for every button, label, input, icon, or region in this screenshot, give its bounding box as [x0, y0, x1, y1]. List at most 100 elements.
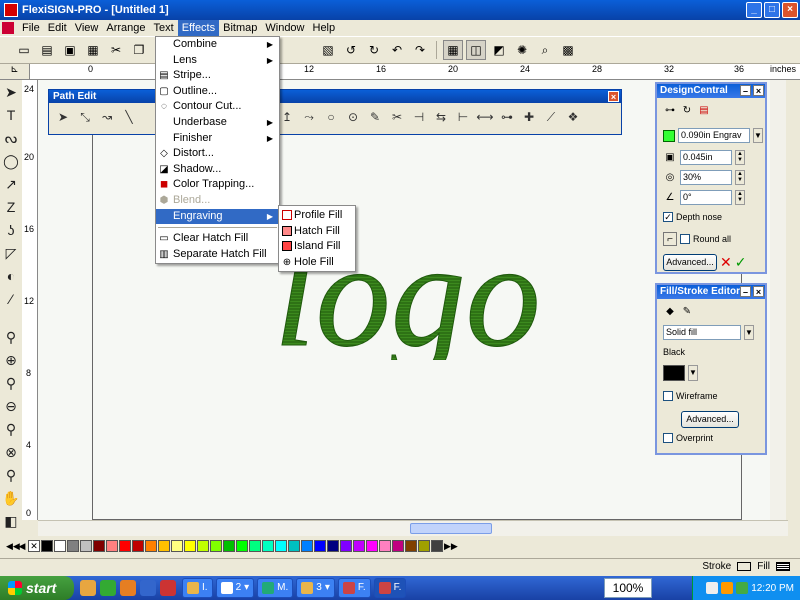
menu-item-combine[interactable]: Combine ▶: [156, 37, 279, 53]
menu-item-shadow[interactable]: ◪ Shadow...: [156, 162, 279, 178]
node-options-icon[interactable]: ❖: [563, 107, 583, 127]
taskbar-item-active[interactable]: F.: [373, 578, 407, 598]
copy-icon[interactable]: ❐: [129, 40, 149, 60]
node-edit-icon[interactable]: ↗: [1, 174, 21, 194]
color-swatch[interactable]: [171, 540, 183, 552]
color-swatch[interactable]: [366, 540, 378, 552]
save-icon[interactable]: ▣: [60, 40, 80, 60]
text-tool-icon[interactable]: T: [1, 105, 21, 125]
taskbar-item[interactable]: 3 ▾: [296, 578, 335, 598]
menu-bitmap[interactable]: Bitmap: [219, 20, 261, 36]
line-segment-icon[interactable]: ⤡: [75, 107, 95, 127]
color-swatch[interactable]: [67, 540, 79, 552]
close-icon[interactable]: ×: [753, 286, 764, 297]
minimize-icon[interactable]: –: [740, 286, 751, 297]
tangent-node-icon[interactable]: ↥: [277, 107, 297, 127]
menu-item-separate-hatch-fill[interactable]: ▥ Separate Hatch Fill: [156, 247, 279, 263]
minimize-button[interactable]: _: [746, 2, 762, 18]
pan-hand-icon[interactable]: ✋: [1, 488, 21, 508]
cancel-x-icon[interactable]: ✕: [720, 254, 732, 271]
eyedropper-icon[interactable]: ⁄: [1, 289, 21, 309]
color-swatch[interactable]: [210, 540, 222, 552]
round-all-checkbox[interactable]: [680, 234, 690, 244]
angle-stepper[interactable]: ▲ ▼: [735, 190, 745, 205]
menu-item-stripe[interactable]: ▤ Stripe...: [156, 68, 279, 84]
zoom-reset-icon[interactable]: ⊗: [1, 442, 21, 462]
color-wheel-icon[interactable]: ✺: [512, 40, 532, 60]
menu-file[interactable]: File: [18, 20, 44, 36]
menu-item-contour-cut[interactable]: ◌ Contour Cut...: [156, 99, 279, 115]
menu-item-underbase[interactable]: Underbase ▶: [156, 115, 279, 131]
zoom-page-icon[interactable]: ⚲: [1, 373, 21, 393]
distribute-icon[interactable]: ⟷: [475, 107, 495, 127]
color-swatch[interactable]: [145, 540, 157, 552]
color-swatch[interactable]: [327, 540, 339, 552]
color-swatch[interactable]: [41, 540, 53, 552]
palette-prev-icon[interactable]: ◀: [17, 541, 27, 552]
layers-icon[interactable]: ◩: [489, 40, 509, 60]
menu-edit[interactable]: Edit: [44, 20, 71, 36]
zoom-selection-icon[interactable]: ⚲: [1, 465, 21, 485]
scroll-thumb[interactable]: [410, 523, 492, 534]
taskbar-item[interactable]: M.: [257, 578, 294, 598]
dropdown-arrow-icon[interactable]: ▼: [753, 128, 763, 143]
fill-bucket-icon[interactable]: ◆: [663, 305, 677, 319]
color-tool-icon[interactable]: ◧: [1, 511, 21, 531]
rotate-left-icon[interactable]: ↺: [341, 40, 361, 60]
depth-nose-checkbox[interactable]: ✓: [663, 212, 673, 222]
fill-swatch[interactable]: [776, 562, 790, 571]
color-swatch[interactable]: [340, 540, 352, 552]
width-stepper[interactable]: ▲ ▼: [735, 150, 745, 165]
reduce-nodes-icon[interactable]: ⊶: [497, 107, 517, 127]
horizontal-scrollbar[interactable]: [38, 520, 788, 536]
minimize-icon[interactable]: –: [740, 85, 751, 96]
cut-path-icon[interactable]: ✂: [387, 107, 407, 127]
menu-item-engraving[interactable]: Engraving ▶: [156, 208, 279, 225]
delete-node-icon[interactable]: ⟋: [541, 107, 561, 127]
color-swatch[interactable]: [249, 540, 261, 552]
redo-icon[interactable]: ↷: [410, 40, 430, 60]
fill-color-swatch[interactable]: [663, 365, 685, 381]
close-button[interactable]: ×: [782, 2, 798, 18]
quick-launch-icon[interactable]: [120, 580, 136, 596]
color-swatch[interactable]: [431, 540, 443, 552]
menu-item-profile-fill[interactable]: Profile Fill: [279, 208, 355, 224]
color-swatch[interactable]: [93, 540, 105, 552]
quick-launch-icon[interactable]: [100, 580, 116, 596]
refresh-icon[interactable]: ↻: [680, 104, 694, 118]
close-icon[interactable]: ×: [608, 91, 619, 102]
pen-node-icon[interactable]: ✎: [365, 107, 385, 127]
color-swatch[interactable]: [275, 540, 287, 552]
color-swatch[interactable]: [353, 540, 365, 552]
color-swatch[interactable]: [301, 540, 313, 552]
overprint-checkbox[interactable]: [663, 433, 673, 443]
fill-type-select[interactable]: Solid fill: [663, 325, 741, 340]
quick-launch-icon[interactable]: [140, 580, 156, 596]
open-icon[interactable]: ▤: [37, 40, 57, 60]
menu-item-distort[interactable]: ◇ Distort...: [156, 146, 279, 162]
menu-arrange[interactable]: Arrange: [102, 20, 149, 36]
zigzag-tool-icon[interactable]: Z: [1, 197, 21, 217]
magnify-icon[interactable]: ⌕: [535, 40, 555, 60]
apply-check-icon[interactable]: ✓: [735, 254, 747, 271]
color-swatch[interactable]: [119, 540, 131, 552]
taskbar-item[interactable]: 2 ▾: [215, 578, 255, 598]
percent-stepper[interactable]: ▲ ▼: [735, 170, 745, 185]
break-path-icon[interactable]: ⊣: [409, 107, 429, 127]
menu-window[interactable]: Window: [261, 20, 308, 36]
color-dropdown-icon[interactable]: ▼: [688, 365, 698, 381]
tray-icon[interactable]: [706, 582, 719, 594]
fill-tool-icon[interactable]: ◐: [1, 266, 21, 286]
grid-view-icon[interactable]: ▦: [443, 40, 463, 60]
tray-icon[interactable]: [736, 582, 749, 594]
color-swatch[interactable]: [197, 540, 209, 552]
menu-item-color-trapping[interactable]: ◼ Color Trapping...: [156, 177, 279, 193]
menu-item-hatch-fill[interactable]: Hatch Fill: [279, 224, 355, 240]
clipboard-icon[interactable]: ▧: [318, 40, 338, 60]
color-swatch[interactable]: [314, 540, 326, 552]
zoom-in-icon[interactable]: ⊕: [1, 350, 21, 370]
auto-node-icon[interactable]: ⊙: [343, 107, 363, 127]
color-swatch[interactable]: [158, 540, 170, 552]
menu-effects[interactable]: Effects: [177, 20, 220, 36]
rotate-right-icon[interactable]: ↻: [364, 40, 384, 60]
